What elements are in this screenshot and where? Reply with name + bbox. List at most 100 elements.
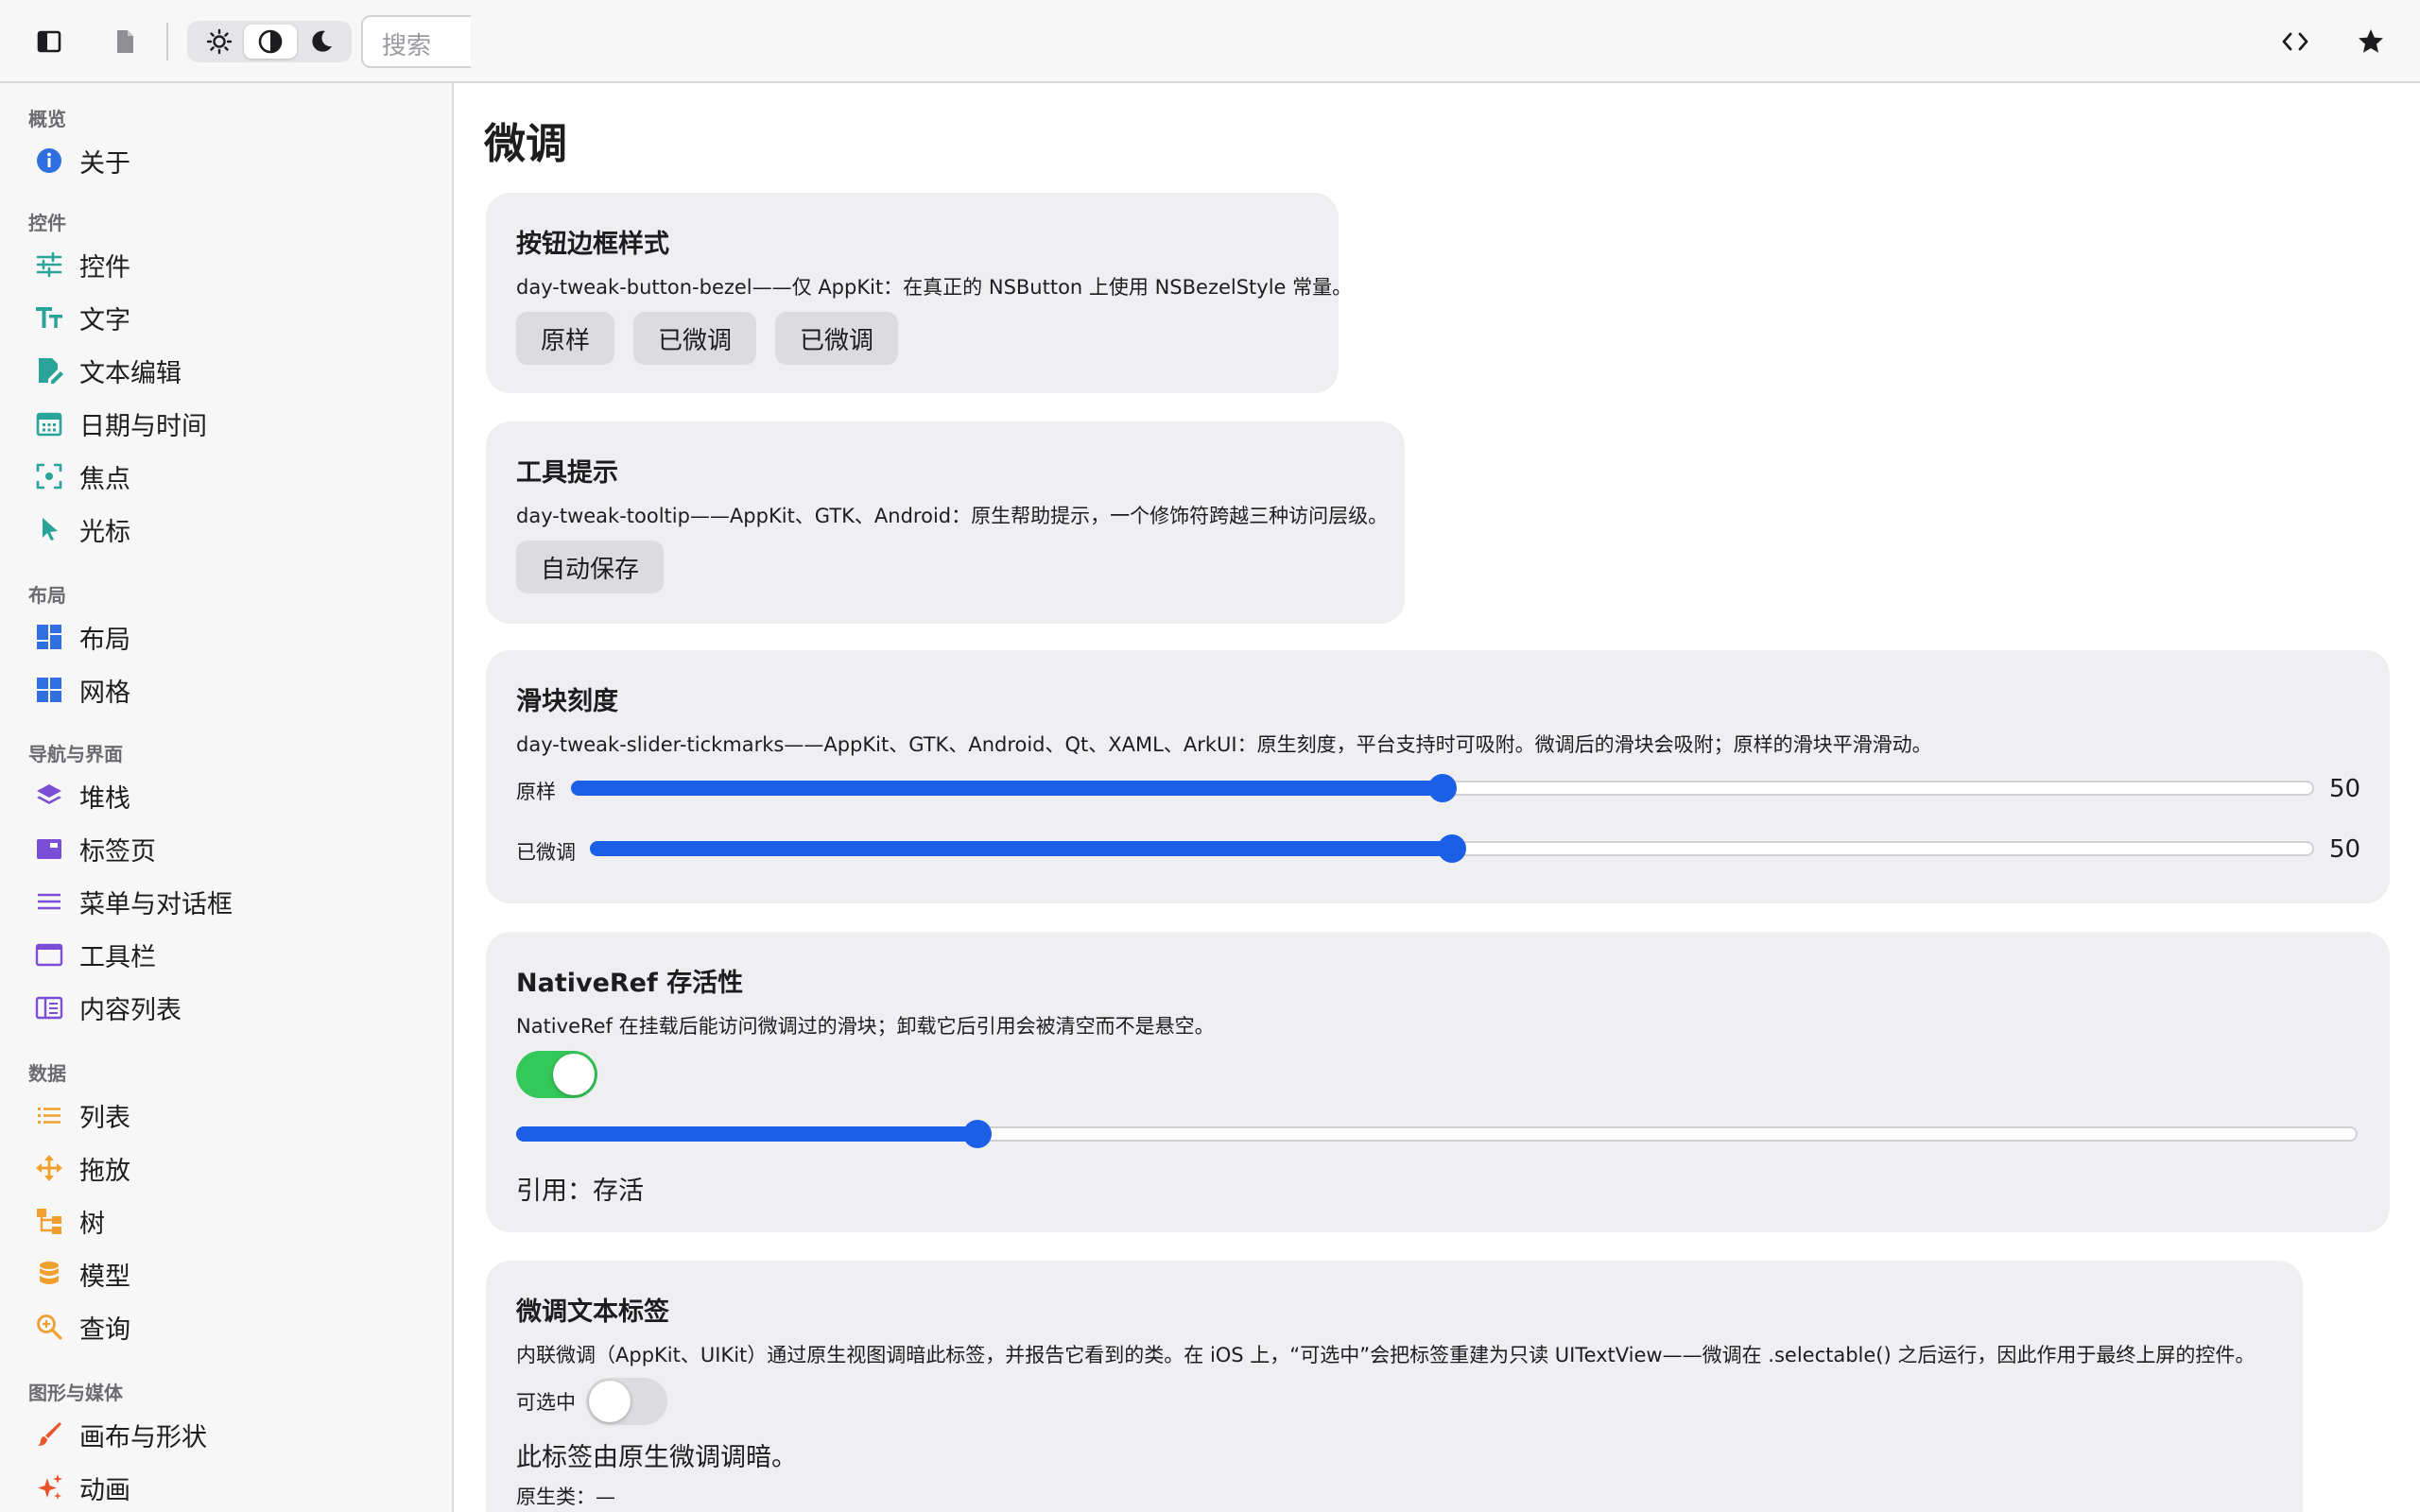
tweaked-label-card: 微调文本标签 内联微调（AppKit、UIKit）通过原生视图调暗此标签，并报告…	[486, 1261, 2303, 1512]
edit-document-icon	[34, 355, 64, 386]
original-button[interactable]: 原样	[516, 312, 614, 365]
calendar-icon	[34, 408, 64, 438]
list-icon	[34, 1100, 64, 1130]
sidebar-item-tree[interactable]: 树	[28, 1200, 425, 1242]
tweaked-slider[interactable]	[590, 834, 2314, 863]
sidebar-item-label: 堆栈	[79, 784, 130, 814]
sidebar-item-date-time[interactable]: 日期与时间	[28, 403, 425, 444]
cursor-icon	[34, 514, 64, 544]
sidebar-item-toolbar[interactable]: 工具栏	[28, 934, 425, 975]
sidebar-item-controls[interactable]: 控件	[28, 244, 425, 285]
card-description: day-tweak-slider-tickmarks——AppKit、GTK、A…	[516, 733, 1932, 756]
sidebar-item-list[interactable]: 列表	[28, 1094, 425, 1136]
toggle-knob	[553, 1054, 595, 1095]
theme-segmented-control[interactable]	[187, 21, 352, 62]
sidebar-item-label: 控件	[79, 253, 130, 283]
slider-thumb[interactable]	[963, 1120, 992, 1148]
search-input[interactable]: 搜索	[361, 15, 471, 68]
sidebar-item-label: 菜单与对话框	[79, 890, 233, 919]
focus-icon	[34, 461, 64, 491]
card-title: 按钮边框样式	[516, 230, 669, 259]
sidebar-item-label: 画布与形状	[79, 1423, 207, 1452]
sidebar-item-stack[interactable]: 堆栈	[28, 775, 425, 816]
sidebar-item-label: 光标	[79, 518, 130, 547]
theme-light-option[interactable]	[193, 25, 246, 59]
document-button[interactable]	[100, 17, 149, 66]
text-size-icon	[34, 302, 64, 333]
sidebar-item-label: 内容列表	[79, 996, 182, 1025]
slider-thumb[interactable]	[1438, 834, 1466, 863]
mount-toggle[interactable]	[516, 1051, 597, 1098]
slider-fill	[516, 1126, 977, 1142]
card-title: 微调文本标签	[516, 1297, 669, 1327]
sidebar-item-drag-drop[interactable]: 拖放	[28, 1147, 425, 1189]
slider-value: 50	[2329, 775, 2361, 803]
theme-auto-option[interactable]	[244, 25, 297, 59]
sidebar-item-text[interactable]: 文字	[28, 297, 425, 338]
tweaked-button-1[interactable]: 已微调	[633, 312, 756, 365]
slider-label: 已微调	[516, 841, 576, 864]
card-description: day-tweak-button-bezel——仅 AppKit：在真正的 NS…	[516, 276, 1353, 299]
slider-fill	[571, 781, 1443, 796]
sidebar-section-navigation: 导航与界面	[28, 743, 123, 765]
sidebar-item-cursor[interactable]: 光标	[28, 508, 425, 550]
layout-icon	[34, 622, 64, 652]
toolbar-divider	[166, 23, 168, 60]
tweaked-button-2[interactable]: 已微调	[775, 312, 898, 365]
native-class-label: 原生类：—	[516, 1486, 615, 1508]
contrast-icon	[258, 29, 283, 54]
slider-tickmarks-card: 滑块刻度 day-tweak-slider-tickmarks——AppKit、…	[486, 650, 2390, 903]
info-icon	[34, 146, 64, 176]
sidebar-item-label: 日期与时间	[79, 412, 207, 441]
button-bezel-card: 按钮边框样式 day-tweak-button-bezel——仅 AppKit：…	[486, 193, 1352, 393]
search-zoom-icon	[34, 1312, 64, 1342]
theme-dark-option[interactable]	[295, 25, 348, 59]
sidebar-item-content-list[interactable]: 内容列表	[28, 987, 425, 1028]
sidebar-toggle-button[interactable]	[25, 17, 74, 66]
slider-thumb[interactable]	[1428, 774, 1457, 802]
sidebar-item-text-editing[interactable]: 文本编辑	[28, 350, 425, 391]
menu-icon	[34, 886, 64, 917]
move-icon	[34, 1153, 64, 1183]
sidebar-section-data: 数据	[28, 1062, 66, 1085]
sidebar-section-layout: 布局	[28, 584, 66, 607]
tabs-icon	[34, 833, 64, 864]
slider-fill	[590, 841, 1452, 856]
sidebar-item-label: 列表	[79, 1104, 130, 1133]
sidebar-item-label: 网格	[79, 679, 130, 708]
database-icon	[34, 1259, 64, 1289]
sidebar-item-label: 关于	[79, 149, 130, 179]
star-icon	[2359, 29, 2383, 53]
page-title: 微调	[484, 120, 567, 168]
dimmed-label: 此标签由原生微调调暗。	[516, 1443, 797, 1472]
sidebar-item-about[interactable]: 关于	[28, 140, 425, 181]
sidebar-item-canvas-shapes[interactable]: 画布与形状	[28, 1414, 425, 1455]
code-icon	[2282, 32, 2308, 51]
reference-status: 引用：存活	[516, 1177, 644, 1206]
sidebar: 概览 关于 控件 控件 文字 文本编辑 日期与时间 焦点 光标 布局 布局 网格…	[0, 83, 454, 1512]
nativeref-slider[interactable]	[516, 1120, 2358, 1148]
selectable-toggle[interactable]	[586, 1378, 667, 1425]
sidebar-item-label: 工具栏	[79, 943, 156, 972]
autosave-button[interactable]: 自动保存	[516, 541, 664, 593]
sidebar-item-animation[interactable]: 动画	[28, 1467, 425, 1508]
sidebar-item-label: 文本编辑	[79, 359, 182, 388]
sidebar-item-tabs[interactable]: 标签页	[28, 828, 425, 869]
nativeref-card: NativeRef 存活性 NativeRef 在挂载后能访问微调过的滑块；卸载…	[486, 932, 2390, 1232]
sidebar-section-overview: 概览	[28, 108, 66, 130]
sidebar-item-label: 动画	[79, 1476, 130, 1505]
view-source-button[interactable]	[2271, 17, 2320, 66]
card-description: day-tweak-tooltip——AppKit、GTK、Android：原生…	[516, 505, 1389, 527]
selectable-label: 可选中	[516, 1391, 576, 1414]
original-slider[interactable]	[571, 774, 2314, 802]
card-title: 滑块刻度	[516, 687, 618, 716]
slider-value: 50	[2329, 835, 2361, 864]
sidebar-item-menus-dialogs[interactable]: 菜单与对话框	[28, 881, 425, 922]
toolbar: 搜索	[0, 0, 2420, 83]
sidebar-item-grid[interactable]: 网格	[28, 669, 425, 711]
sidebar-item-focus[interactable]: 焦点	[28, 455, 425, 497]
sidebar-item-query[interactable]: 查询	[28, 1306, 425, 1348]
sidebar-item-layout[interactable]: 布局	[28, 616, 425, 658]
favorite-button[interactable]	[2346, 17, 2395, 66]
sidebar-item-model[interactable]: 模型	[28, 1253, 425, 1295]
